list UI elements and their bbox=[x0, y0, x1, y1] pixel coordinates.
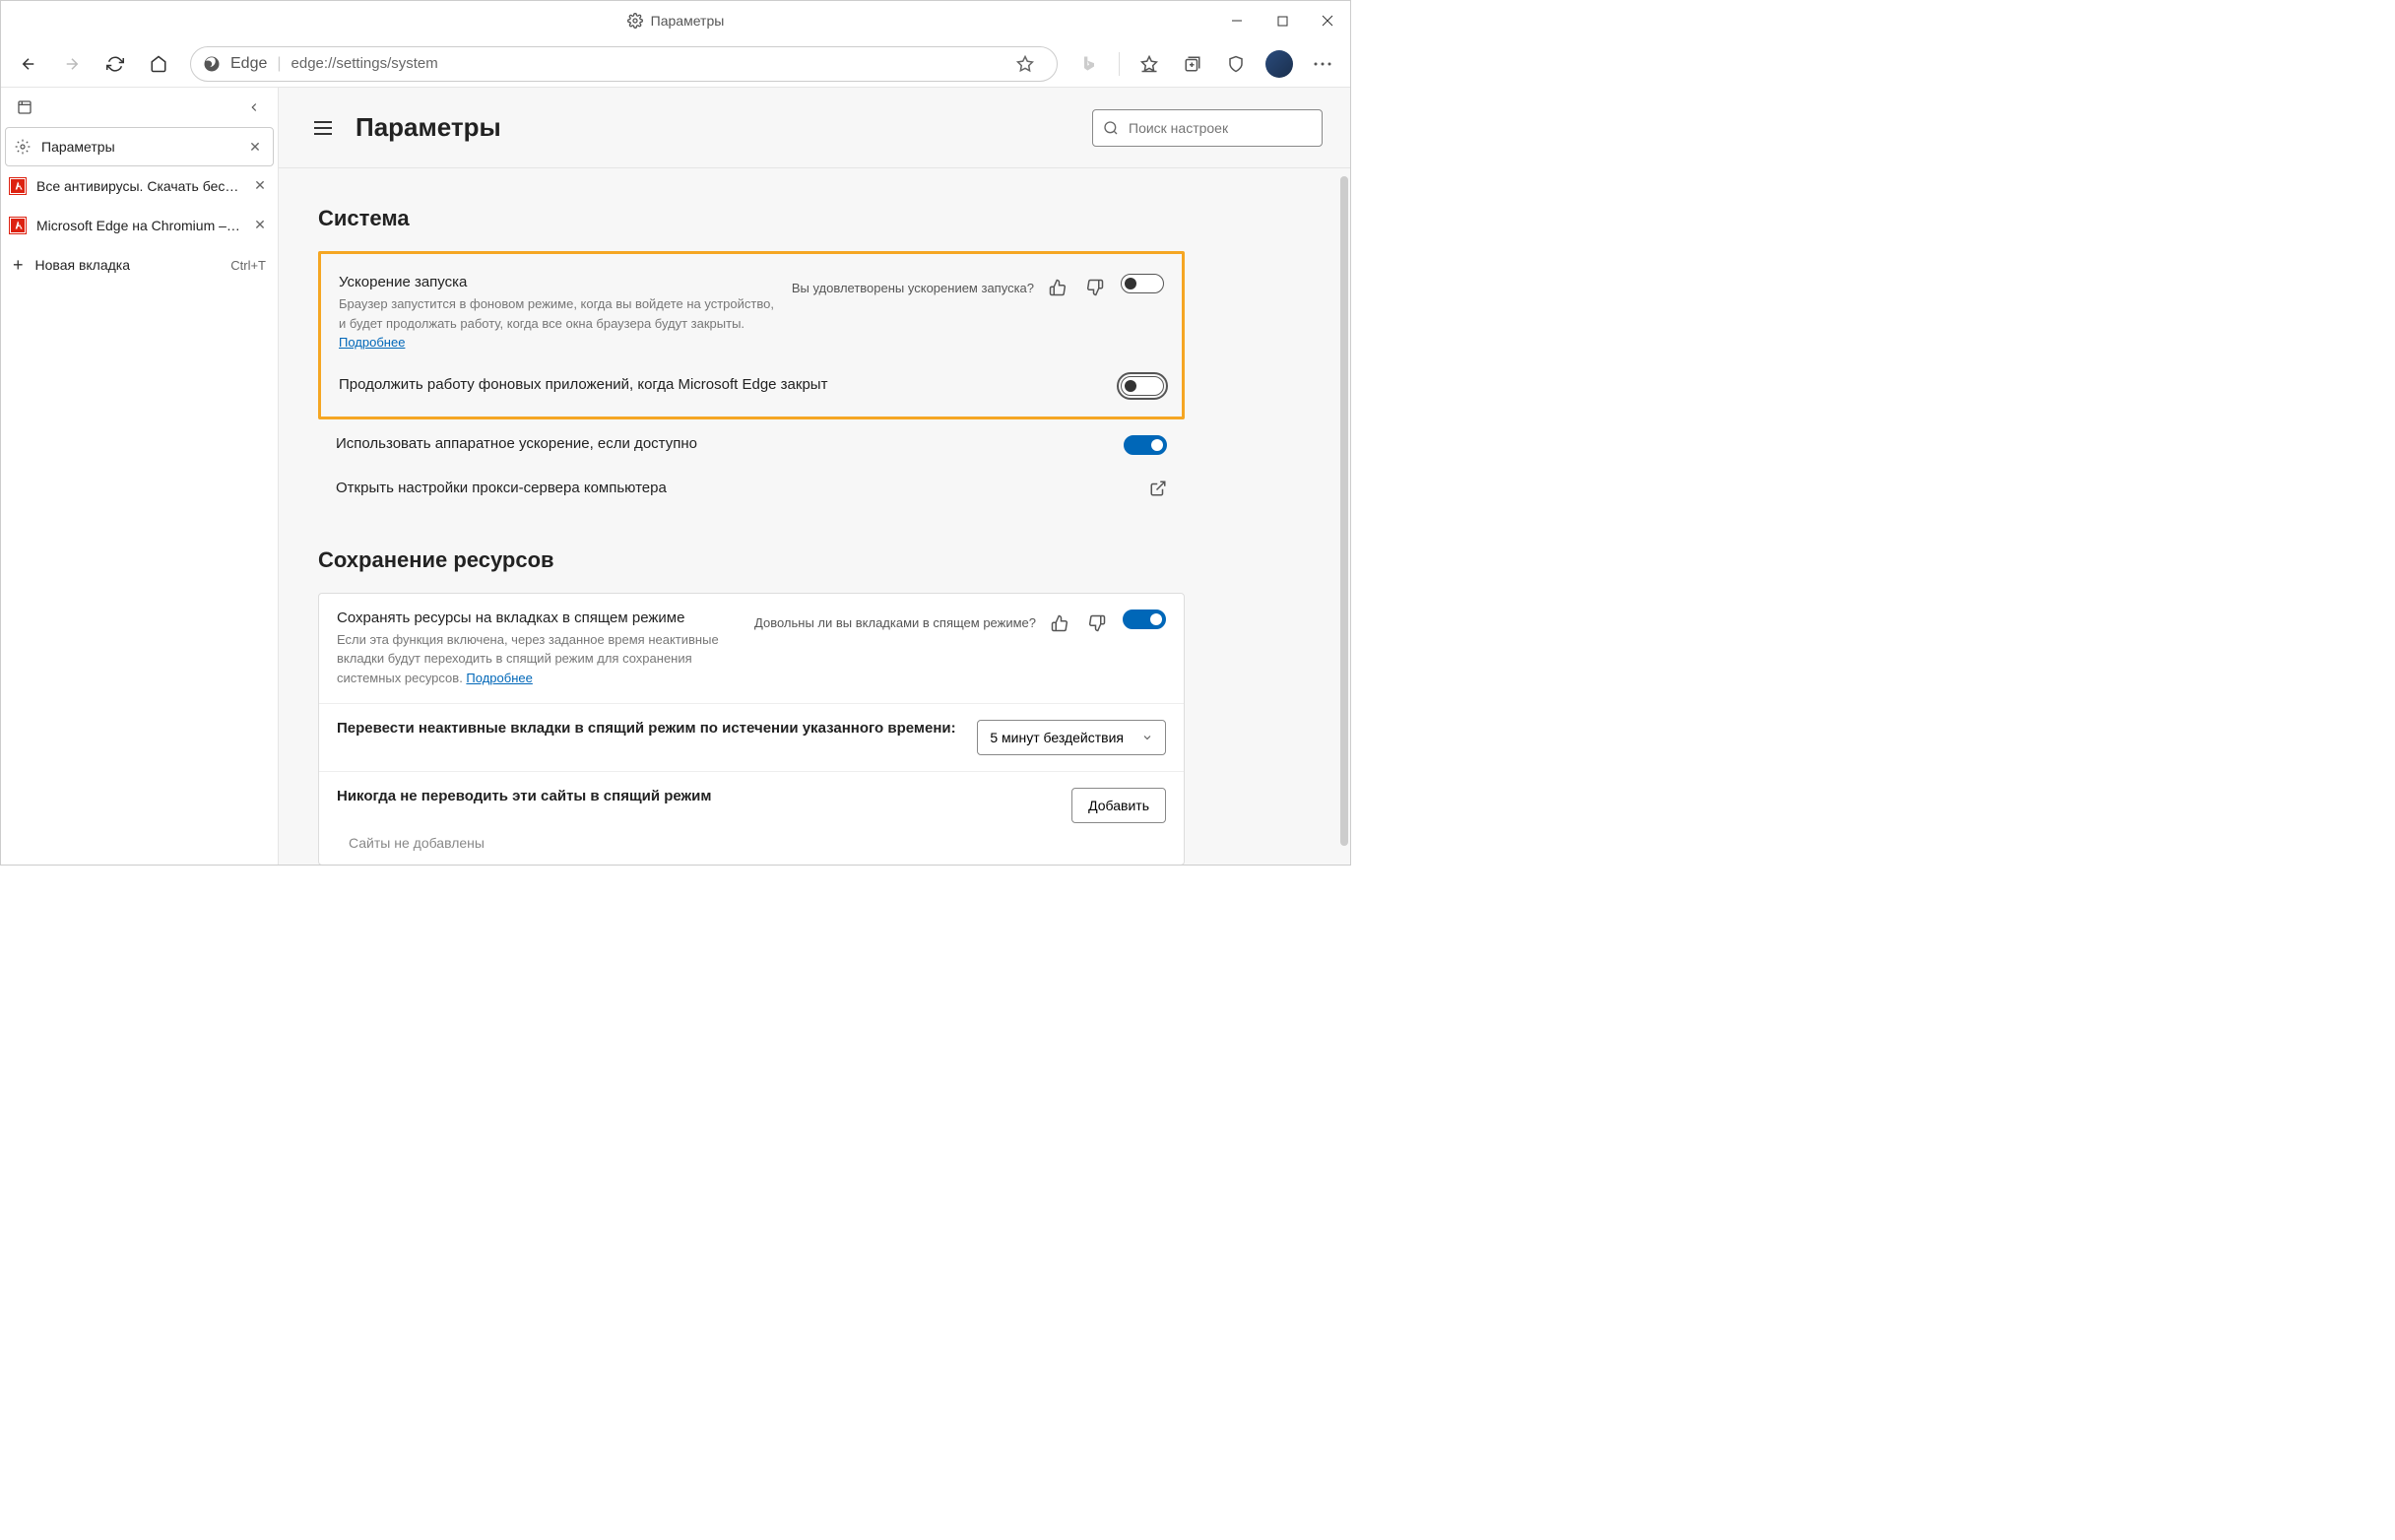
close-tab-button[interactable]: ✕ bbox=[245, 137, 265, 157]
thumbs-down-button[interactable] bbox=[1083, 610, 1111, 637]
tab-edge-chromium[interactable]: Microsoft Edge на Chromium – Н… ✕ bbox=[1, 206, 278, 245]
back-button[interactable] bbox=[9, 46, 48, 82]
new-tab-button[interactable]: + Новая вкладка Ctrl+T bbox=[1, 245, 278, 285]
sleeping-tabs-toggle[interactable] bbox=[1123, 610, 1166, 629]
page-title: Параметры bbox=[356, 112, 501, 143]
browser-toolbar: Edge | edge://settings/system bbox=[1, 40, 1350, 88]
tab-antivirus[interactable]: Все антивирусы. Скачать беспл… ✕ bbox=[1, 166, 278, 206]
addr-brand: Edge bbox=[230, 55, 267, 73]
timeout-select[interactable]: 5 минут бездействия bbox=[977, 720, 1166, 755]
learn-more-link[interactable]: Подробнее bbox=[466, 671, 532, 685]
setting-sleeping-tabs: Сохранять ресурсы на вкладках в спящем р… bbox=[319, 594, 1184, 705]
tab-label: Все антивирусы. Скачать беспл… bbox=[36, 178, 240, 194]
reload-button[interactable] bbox=[96, 46, 135, 82]
home-button[interactable] bbox=[139, 46, 178, 82]
timeout-label: Перевести неактивные вкладки в спящий ре… bbox=[337, 720, 965, 737]
settings-search[interactable] bbox=[1092, 109, 1323, 147]
close-tab-button[interactable]: ✕ bbox=[250, 216, 270, 235]
addr-separator: | bbox=[277, 55, 281, 73]
main-area: Параметры ✕ Все антивирусы. Скачать бесп… bbox=[1, 88, 1350, 865]
new-tab-label: Новая вкладка bbox=[35, 257, 131, 273]
setting-proxy[interactable]: Открыть настройки прокси-сервера компьют… bbox=[318, 464, 1185, 508]
sidebar-header bbox=[1, 88, 278, 127]
add-site-button[interactable]: Добавить bbox=[1071, 788, 1166, 823]
settings-header: Параметры bbox=[279, 88, 1350, 168]
thumbs-up-button[interactable] bbox=[1044, 274, 1071, 301]
settings-menu-button[interactable] bbox=[306, 111, 340, 145]
window-titlebar: Параметры bbox=[1, 1, 1350, 40]
favorites-star-button[interactable] bbox=[1005, 46, 1045, 82]
address-bar[interactable]: Edge | edge://settings/system bbox=[190, 46, 1058, 82]
settings-body: Система Ускорение запуска Браузер запуст… bbox=[279, 168, 1224, 865]
favorites-hub-button[interactable] bbox=[1130, 46, 1169, 82]
startup-boost-desc: Браузер запустится в фоновом режиме, ког… bbox=[339, 294, 780, 353]
setting-startup-boost: Ускорение запуска Браузер запустится в ф… bbox=[321, 266, 1182, 360]
window-controls bbox=[1214, 1, 1350, 40]
close-button[interactable] bbox=[1305, 1, 1350, 40]
bg-apps-toggle[interactable] bbox=[1121, 376, 1164, 396]
close-tab-button[interactable]: ✕ bbox=[250, 176, 270, 196]
collapse-sidebar-button[interactable] bbox=[238, 92, 270, 123]
toolbar-divider bbox=[1119, 52, 1120, 76]
forward-button[interactable] bbox=[52, 46, 92, 82]
tab-label: Microsoft Edge на Chromium – Н… bbox=[36, 218, 240, 233]
gear-icon bbox=[627, 13, 643, 29]
avatar bbox=[1265, 50, 1293, 78]
timeout-value: 5 минут бездействия bbox=[990, 730, 1124, 745]
site-favicon bbox=[9, 217, 27, 234]
toolbar-right bbox=[1069, 46, 1342, 82]
tab-settings[interactable]: Параметры ✕ bbox=[5, 127, 274, 166]
hw-accel-toggle[interactable] bbox=[1124, 435, 1167, 455]
settings-content: Параметры Система Ускорение запуска Брау… bbox=[279, 88, 1350, 865]
gear-icon bbox=[14, 138, 32, 156]
never-sleep-label: Никогда не переводить эти сайты в спящий… bbox=[337, 788, 1060, 804]
resources-card: Сохранять ресурсы на вкладках в спящем р… bbox=[318, 593, 1185, 866]
feedback-question: Вы удовлетворены ускорением запуска? bbox=[792, 281, 1034, 295]
never-sleep-empty: Сайты не добавлены bbox=[319, 831, 1184, 865]
setting-sleep-timeout: Перевести неактивные вкладки в спящий ре… bbox=[319, 704, 1184, 772]
vertical-scrollbar[interactable] bbox=[1340, 176, 1348, 846]
bg-apps-label: Продолжить работу фоновых приложений, ко… bbox=[339, 376, 1109, 393]
setting-hw-accel: Использовать аппаратное ускорение, если … bbox=[318, 427, 1185, 464]
vertical-tabs-sidebar: Параметры ✕ Все антивирусы. Скачать бесп… bbox=[1, 88, 279, 865]
maximize-button[interactable] bbox=[1260, 1, 1305, 40]
more-menu-button[interactable] bbox=[1303, 46, 1342, 82]
new-tab-shortcut: Ctrl+T bbox=[230, 258, 266, 273]
hw-accel-label: Использовать аппаратное ускорение, если … bbox=[336, 435, 1112, 452]
addr-url: edge://settings/system bbox=[291, 55, 438, 72]
sleeping-tabs-desc: Если эта функция включена, через заданно… bbox=[337, 630, 743, 688]
chevron-down-icon bbox=[1141, 732, 1153, 743]
profile-button[interactable] bbox=[1260, 46, 1299, 82]
thumbs-down-button[interactable] bbox=[1081, 274, 1109, 301]
minimize-button[interactable] bbox=[1214, 1, 1260, 40]
collections-button[interactable] bbox=[1173, 46, 1212, 82]
site-favicon bbox=[9, 177, 27, 195]
extensions-bing-icon[interactable] bbox=[1069, 46, 1109, 82]
sleeping-tabs-label: Сохранять ресурсы на вкладках в спящем р… bbox=[337, 610, 743, 626]
tab-actions-button[interactable] bbox=[9, 92, 40, 123]
proxy-label: Открыть настройки прокси-сервера компьют… bbox=[336, 480, 1137, 496]
section-system-title: Система bbox=[318, 206, 1185, 231]
startup-boost-toggle[interactable] bbox=[1121, 274, 1164, 293]
external-link-icon bbox=[1149, 480, 1167, 497]
search-icon bbox=[1103, 120, 1119, 136]
startup-boost-label: Ускорение запуска bbox=[339, 274, 780, 290]
feedback-question: Довольны ли вы вкладками в спящем режиме… bbox=[754, 615, 1036, 630]
window-title-wrap: Параметры bbox=[627, 13, 725, 29]
highlighted-region: Ускорение запуска Браузер запустится в ф… bbox=[318, 251, 1185, 419]
feedback-group: Вы удовлетворены ускорением запуска? bbox=[792, 274, 1109, 301]
learn-more-link[interactable]: Подробнее bbox=[339, 335, 405, 350]
feedback-group: Довольны ли вы вкладками в спящем режиме… bbox=[754, 610, 1111, 637]
setting-never-sleep: Никогда не переводить эти сайты в спящий… bbox=[319, 772, 1184, 831]
tab-label: Параметры bbox=[41, 139, 235, 155]
plus-icon: + bbox=[13, 255, 24, 276]
window-title: Параметры bbox=[651, 13, 725, 29]
thumbs-up-button[interactable] bbox=[1046, 610, 1073, 637]
edge-logo-icon bbox=[203, 55, 221, 73]
shield-icon[interactable] bbox=[1216, 46, 1256, 82]
section-resources-title: Сохранение ресурсов bbox=[318, 547, 1185, 573]
setting-background-apps: Продолжить работу фоновых приложений, ко… bbox=[321, 360, 1182, 405]
search-input[interactable] bbox=[1129, 120, 1312, 136]
